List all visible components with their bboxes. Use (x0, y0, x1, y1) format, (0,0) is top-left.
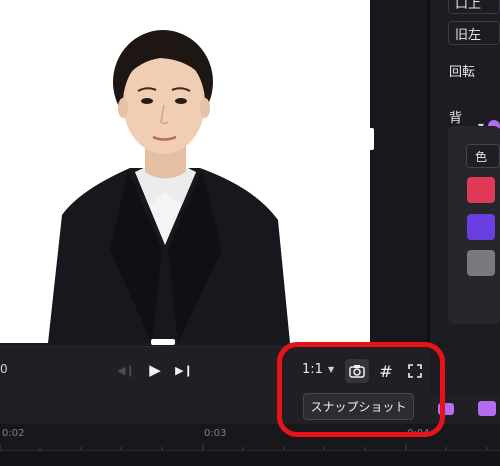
previous-frame-icon[interactable]: ◀❙ (117, 362, 135, 378)
timeline-track-area[interactable] (0, 451, 500, 466)
swatch-purple[interactable] (467, 214, 495, 240)
align-top-button[interactable]: 口上 (448, 0, 500, 14)
annotation-highlight (277, 342, 445, 437)
portrait-image (48, 30, 290, 343)
play-icon[interactable]: ▶ (146, 361, 164, 379)
ear-left (118, 98, 128, 118)
timeline-split-icon[interactable] (478, 401, 496, 416)
canvas-resize-handle-right[interactable] (367, 128, 374, 150)
eye-left (141, 98, 153, 104)
tick-label: 0:02 (2, 428, 25, 439)
tab-color[interactable]: 色 (466, 144, 500, 168)
eye-right (175, 98, 187, 104)
swatch-gray[interactable] (467, 250, 495, 276)
swatch-red[interactable] (467, 177, 495, 203)
timecode: 0 (0, 362, 8, 376)
ear-right (200, 98, 210, 118)
tick-label: 0:03 (204, 428, 227, 439)
align-top-label: 口上 (455, 0, 482, 12)
preview-canvas[interactable] (0, 0, 370, 343)
align-left-label: 旧左 (455, 27, 482, 43)
rotation-label: 回転 (449, 65, 476, 80)
canvas-resize-handle-bottom[interactable] (151, 339, 175, 345)
align-left-button[interactable]: 旧左 (448, 21, 500, 45)
next-frame-icon[interactable]: ▶❙ (175, 362, 193, 378)
tab-color-label: 色 (475, 149, 488, 164)
ruler-ticks (0, 444, 488, 450)
